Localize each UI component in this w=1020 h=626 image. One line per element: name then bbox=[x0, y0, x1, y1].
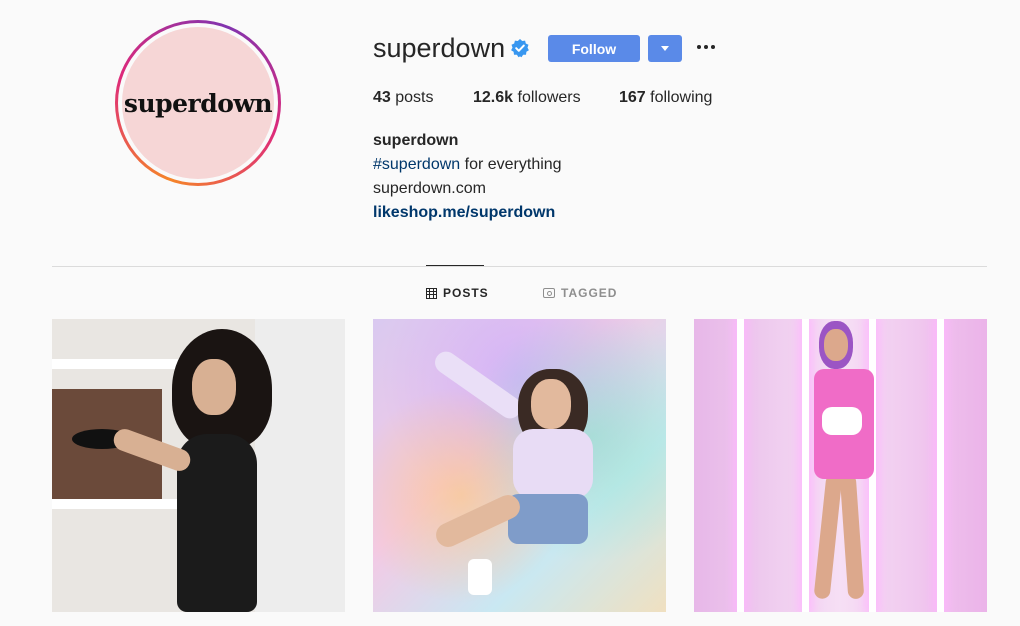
tag-icon bbox=[543, 288, 555, 298]
following-link[interactable]: 167 following bbox=[619, 89, 712, 107]
tab-tagged-label: TAGGED bbox=[561, 286, 618, 300]
bio-external-link[interactable]: likeshop.me/superdown bbox=[373, 201, 562, 225]
tab-posts[interactable]: POSTS bbox=[425, 286, 489, 300]
tabs-divider bbox=[52, 266, 987, 267]
bio-hashtag-link[interactable]: #superdown bbox=[373, 156, 460, 173]
bio-tagline: #superdown for everything bbox=[373, 153, 562, 177]
tab-tagged[interactable]: TAGGED bbox=[543, 286, 617, 300]
avatar-logo-text: superdown bbox=[123, 88, 273, 118]
bio-tagline-text: for everything bbox=[464, 156, 562, 173]
suggested-accounts-dropdown-button[interactable] bbox=[648, 35, 682, 62]
posts-count: 43 posts bbox=[373, 89, 434, 106]
profile-username: superdown bbox=[373, 33, 506, 63]
profile-bio: superdown #superdown for everything supe… bbox=[373, 129, 562, 225]
bio-website-text: superdown.com bbox=[373, 180, 486, 197]
tab-posts-label: POSTS bbox=[443, 286, 489, 300]
follow-button[interactable]: Follow bbox=[548, 35, 640, 62]
post-thumbnail[interactable] bbox=[694, 319, 987, 612]
chevron-down-icon bbox=[661, 46, 669, 51]
more-dots-icon bbox=[697, 45, 701, 49]
options-button[interactable] bbox=[694, 37, 718, 57]
post-thumbnail[interactable] bbox=[373, 319, 666, 612]
bio-full-name: superdown bbox=[373, 132, 459, 149]
grid-icon bbox=[425, 287, 438, 299]
avatar[interactable]: superdown bbox=[115, 20, 281, 186]
verified-badge-icon bbox=[511, 39, 529, 58]
profile-page: superdown superdown Follow 43 posts 12.6… bbox=[0, 0, 1020, 626]
post-thumbnail[interactable] bbox=[52, 319, 345, 612]
followers-link[interactable]: 12.6k followers bbox=[473, 89, 581, 107]
active-tab-indicator bbox=[426, 265, 484, 266]
